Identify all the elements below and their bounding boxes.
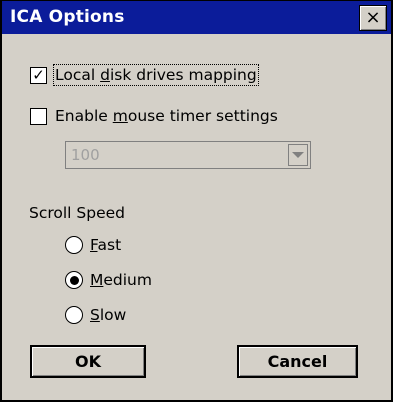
scroll-speed-label: Scroll Speed [29, 204, 126, 222]
local-disk-label: Local disk drives mapping [53, 64, 259, 86]
fast-radio[interactable] [65, 236, 83, 254]
medium-radio[interactable] [65, 271, 83, 289]
fast-label: Fast [90, 236, 122, 254]
scroll-speed-slow[interactable]: Slow [65, 306, 126, 324]
dropdown-arrow-button[interactable] [288, 144, 308, 166]
mouse-timer-label: Enable mouse timer settings [55, 107, 278, 125]
close-button[interactable]: × [359, 5, 387, 31]
mouse-timer-dropdown[interactable]: 100 [65, 141, 311, 169]
title-bar[interactable]: ICA Options × [2, 1, 391, 34]
local-disk-checkbox[interactable]: ✓ [30, 65, 47, 84]
close-icon: × [365, 7, 381, 28]
scroll-speed-medium[interactable]: Medium [65, 271, 152, 289]
radio-selected-dot-icon [69, 275, 79, 285]
medium-label: Medium [90, 271, 152, 289]
ok-button[interactable]: OK [30, 345, 146, 378]
checkmark-icon: ✓ [32, 65, 45, 84]
dialog-body: ✓ Local disk drives mapping Enable mouse… [2, 34, 391, 400]
slow-radio[interactable] [65, 306, 83, 324]
scroll-speed-fast[interactable]: Fast [65, 236, 121, 254]
mouse-timer-option[interactable]: Enable mouse timer settings [30, 107, 278, 125]
chevron-down-icon [292, 152, 304, 158]
local-disk-option[interactable]: ✓ Local disk drives mapping [30, 64, 259, 86]
mouse-timer-checkbox[interactable] [30, 107, 47, 125]
mouse-timer-value: 100 [71, 146, 100, 164]
cancel-button[interactable]: Cancel [237, 345, 358, 378]
slow-label: Slow [90, 306, 127, 324]
dialog-title: ICA Options [10, 7, 125, 27]
ica-options-dialog: ICA Options × ✓ Local disk drives mappin… [0, 0, 393, 402]
